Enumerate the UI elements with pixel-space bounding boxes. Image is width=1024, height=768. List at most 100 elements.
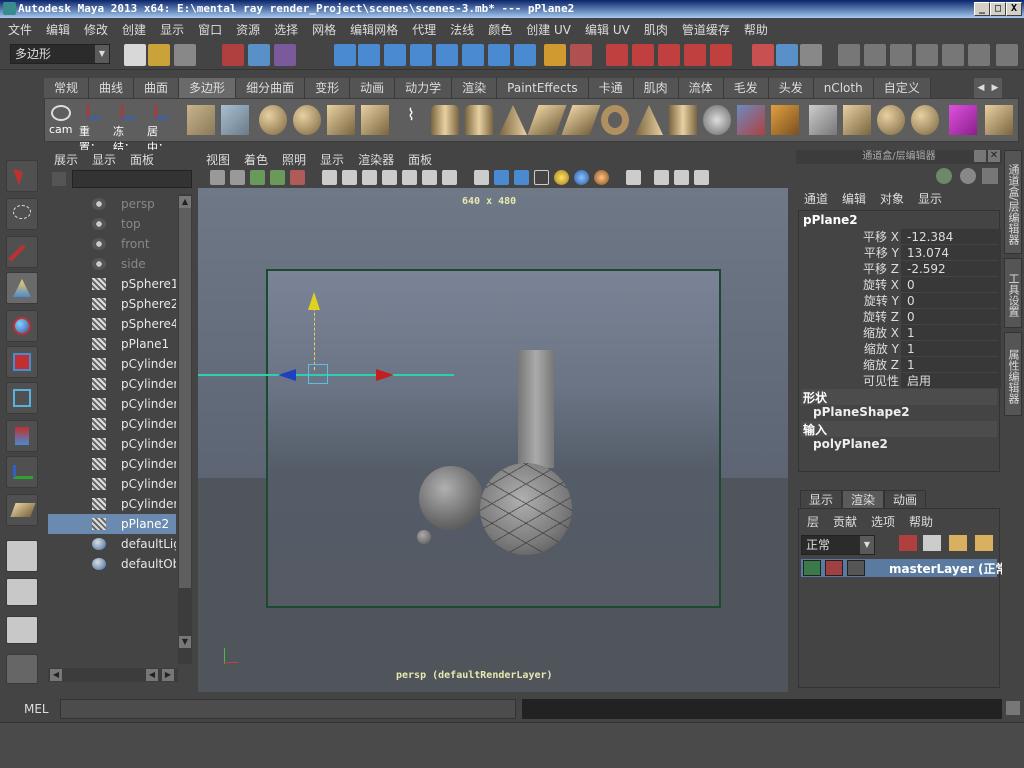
construction-icon[interactable] [488, 44, 510, 66]
cb-attr-value[interactable]: 1 [901, 341, 1001, 356]
textured-icon[interactable] [534, 170, 549, 185]
outliner-hscroll[interactable]: ◀ ◀ ▶ [48, 668, 178, 682]
cb-attr-row[interactable]: 平移 Y 13.074 [805, 245, 1001, 261]
universal-manip-icon[interactable] [6, 382, 38, 414]
cylinder-smooth-icon[interactable] [465, 105, 493, 135]
snap-curve-icon[interactable] [358, 44, 380, 66]
sphere-object[interactable] [419, 466, 483, 530]
scrollbar-thumb[interactable] [179, 208, 191, 588]
select-hierarchy-icon[interactable] [222, 44, 244, 66]
menu-item-11[interactable]: 法线 [450, 21, 474, 38]
outliner-item[interactable]: front [48, 234, 176, 254]
outliner-item[interactable]: side [48, 254, 176, 274]
render-settings-icon[interactable] [658, 44, 680, 66]
cube-icon[interactable] [327, 105, 355, 135]
cone-icon[interactable] [499, 105, 527, 135]
lock-icon[interactable] [544, 44, 566, 66]
cb-attr-row[interactable]: 平移 Z -2.592 [805, 261, 1001, 277]
menu-item-15[interactable]: 肌肉 [644, 21, 668, 38]
viewport-menu-4[interactable]: 渲染器 [358, 151, 394, 168]
snap-plane-icon[interactable] [410, 44, 432, 66]
menu-item-3[interactable]: 创建 [122, 21, 146, 38]
reduce-icon[interactable] [911, 105, 939, 135]
sidetab-tool-settings[interactable]: 工具设置 [1004, 258, 1022, 328]
outliner-item[interactable]: pPlane2 [48, 514, 176, 534]
menu-item-0[interactable]: 文件 [8, 21, 32, 38]
cb-menu-show[interactable]: 显示 [918, 190, 942, 206]
outliner-scrollbar[interactable]: ▲ ▼ [178, 194, 192, 664]
cb-attr-value[interactable]: 0 [901, 293, 1001, 308]
menu-item-8[interactable]: 网格 [312, 21, 336, 38]
layer-menu-options[interactable]: 选项 [871, 513, 895, 530]
freeze-transform-icon[interactable]: 冻结： [113, 105, 145, 154]
resolution-gate-icon[interactable] [362, 170, 377, 185]
scroll-up-icon[interactable]: ▲ [179, 196, 191, 208]
attr-editor-icon[interactable] [996, 44, 1018, 66]
show-manip-icon[interactable] [6, 456, 38, 488]
outliner-item[interactable]: persp [48, 194, 176, 214]
cb-attr-row[interactable]: 缩放 Y1 [805, 341, 1001, 357]
menu-item-5[interactable]: 窗口 [198, 21, 222, 38]
layer-render-icon[interactable] [949, 535, 967, 551]
layer-menu-contrib[interactable]: 贡献 [833, 513, 857, 530]
new-scene-icon[interactable] [124, 44, 146, 66]
paint-select-icon[interactable] [6, 236, 38, 268]
close-panel-icon[interactable]: ✕ [988, 150, 1000, 162]
render-view-icon[interactable] [710, 44, 732, 66]
cb-attr-value[interactable]: 0 [901, 309, 1001, 324]
outliner-menu-panel[interactable]: 面板 [130, 151, 154, 168]
move-y-arrow-icon[interactable] [308, 292, 320, 310]
shelf-tab-8[interactable]: 渲染 [452, 78, 498, 98]
outliner-menu-show[interactable]: 展示 [54, 151, 78, 168]
minimize-button[interactable]: _ [974, 2, 990, 16]
plane-icon[interactable] [527, 105, 567, 135]
shelf-tab-13[interactable]: 毛发 [723, 78, 769, 98]
pipe-icon[interactable] [669, 105, 697, 135]
soccer-ball-icon[interactable] [703, 105, 731, 135]
mel-label[interactable]: MEL [24, 702, 49, 716]
cb-attr-row[interactable]: 旋转 Y0 [805, 293, 1001, 309]
cb-attr-value[interactable]: -12.384 [901, 229, 1001, 244]
shelf-tab-4[interactable]: 细分曲面 [236, 78, 306, 98]
bevel-icon[interactable] [221, 105, 249, 135]
outliner-item[interactable]: defaultObj [48, 554, 176, 574]
cb-attr-row[interactable]: 缩放 Z1 [805, 357, 1001, 373]
viewport-canvas[interactable]: 640 x 480 persp (defaultRenderLayer) [198, 188, 788, 692]
sphere-icon[interactable] [259, 105, 287, 135]
cb-menu-edit[interactable]: 编辑 [842, 190, 866, 206]
cb-attr-row[interactable]: 可见性 启用 [805, 373, 1001, 389]
camera-tool-icon[interactable]: cam [47, 105, 75, 136]
layer-tab-render[interactable]: 渲染 [842, 490, 885, 508]
snap-point-icon[interactable] [384, 44, 406, 66]
maya-brush-icon[interactable]: ⌇ [397, 105, 425, 135]
last-tool-icon[interactable] [6, 494, 38, 526]
hq-icon[interactable] [594, 170, 609, 185]
save-scene-icon[interactable] [174, 44, 196, 66]
isolate-select-icon[interactable] [626, 170, 641, 185]
shelf-tab-2[interactable]: 曲面 [134, 78, 180, 98]
select-tool-icon[interactable] [6, 160, 38, 192]
outliner-pane-icon[interactable] [6, 616, 38, 644]
move-x-arrow-icon[interactable] [376, 369, 394, 381]
layer-tab-display[interactable]: 显示 [800, 490, 843, 508]
image-plane-icon[interactable] [270, 170, 285, 185]
hypershade-icon[interactable] [684, 44, 706, 66]
ipr-render-icon[interactable] [632, 44, 654, 66]
combine-icon[interactable] [737, 105, 765, 135]
viewport-menu-0[interactable]: 视图 [206, 151, 230, 168]
menu-item-14[interactable]: 编辑 UV [585, 21, 630, 38]
plane-grid-icon[interactable] [561, 105, 601, 135]
layer-attr-icon[interactable] [847, 560, 865, 576]
snap-live-icon[interactable] [436, 44, 458, 66]
help-icon[interactable] [514, 44, 536, 66]
gate-mask-icon[interactable] [382, 170, 397, 185]
shelf-scroll-right-icon[interactable]: ▶ [988, 78, 1002, 98]
bookmark-icon[interactable] [250, 170, 265, 185]
xray-components-icon[interactable] [674, 170, 689, 185]
sculpt-icon[interactable] [985, 105, 1013, 135]
menu-item-9[interactable]: 编辑网格 [350, 21, 398, 38]
layer-render-all-icon[interactable] [975, 535, 993, 551]
channel-options-icon[interactable] [982, 168, 998, 184]
cb-menu-object[interactable]: 对象 [880, 190, 904, 206]
cb-shape-name[interactable]: pPlaneShape2 [813, 405, 910, 419]
